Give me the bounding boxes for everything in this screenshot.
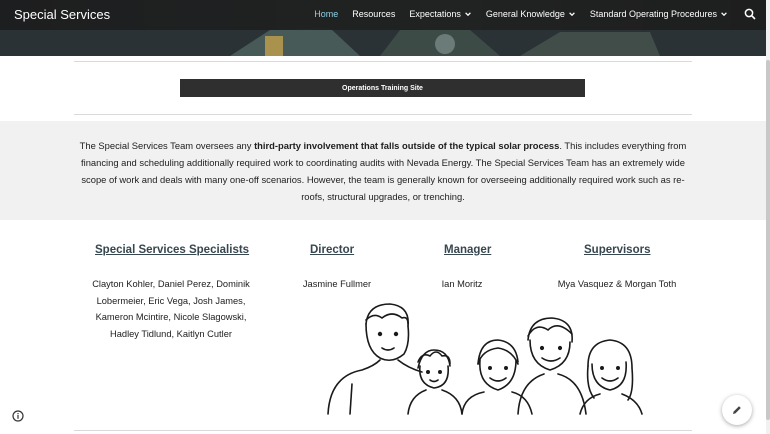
specialists-line: Kameron Mcintire, Nicole Slagowski,	[95, 312, 247, 322]
operations-training-site-button[interactable]: Operations Training Site	[180, 79, 585, 97]
chevron-down-icon	[465, 12, 471, 17]
specialists-line: Clayton Kohler, Daniel Perez, Dominik	[92, 279, 250, 289]
nav-sop-label: Standard Operating Procedures	[589, 9, 717, 19]
director-heading[interactable]: Director	[310, 244, 354, 256]
top-navigation-bar: Special Services Home Resources Expectat…	[0, 0, 766, 30]
nav-general-knowledge-label: General Knowledge	[485, 9, 565, 19]
scrollbar-thumb[interactable]	[766, 60, 770, 420]
nav-home-label: Home	[314, 9, 339, 19]
specialists-line: Hadley Tidlund, Kaitlyn Cutler	[110, 328, 232, 339]
nav-resources[interactable]: Resources	[352, 9, 395, 19]
manager-heading[interactable]: Manager	[444, 244, 491, 256]
divider	[74, 61, 692, 62]
specialists-heading[interactable]: Special Services Specialists	[95, 244, 249, 256]
main-nav: Home Resources Expectations General Know…	[314, 9, 728, 19]
specialists-line: Lobermeier, Eric Vega, Josh James,	[96, 295, 246, 306]
nav-general-knowledge[interactable]: General Knowledge	[486, 9, 576, 19]
pencil-icon	[733, 406, 741, 414]
hero-banner: Special Services Home Resources Expectat…	[0, 0, 766, 56]
nav-expectations[interactable]: Expectations	[409, 9, 472, 19]
supervisors-names: Mya Vasquez & Morgan Toth	[557, 279, 677, 289]
nav-standard-operating-procedures[interactable]: Standard Operating Procedures	[590, 9, 728, 19]
intro-paragraph: The Special Services Team oversees any t…	[78, 137, 688, 205]
edit-button[interactable]	[722, 395, 752, 425]
director-name: Jasmine Fullmer	[302, 279, 372, 289]
site-title[interactable]: Special Services	[14, 7, 110, 22]
team-illustration	[327, 303, 643, 415]
intro-text-bold: third-party involvement that falls outsi…	[254, 140, 560, 151]
specialists-names: Clayton Kohler, Daniel Perez, Dominik Lo…	[78, 276, 264, 342]
supervisors-heading[interactable]: Supervisors	[584, 244, 650, 256]
chevron-down-icon	[721, 12, 727, 17]
search-icon[interactable]	[744, 8, 756, 20]
intro-text-start: The Special Services Team oversees any	[79, 140, 255, 151]
nav-expectations-label: Expectations	[409, 9, 461, 19]
page-scrollbar[interactable]	[766, 0, 770, 434]
divider	[74, 114, 692, 115]
manager-name: Ian Moritz	[441, 279, 483, 289]
nav-home[interactable]: Home	[314, 9, 338, 19]
info-icon[interactable]	[12, 410, 24, 422]
divider	[74, 430, 692, 431]
chevron-down-icon	[569, 12, 575, 17]
nav-resources-label: Resources	[352, 9, 396, 19]
